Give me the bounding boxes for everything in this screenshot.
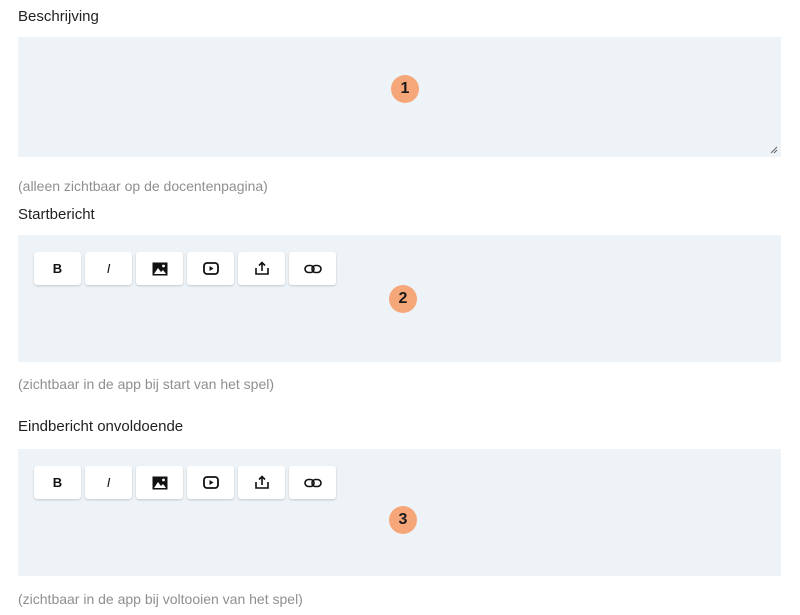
upload-button[interactable] — [238, 466, 285, 499]
insert-link-button[interactable] — [289, 252, 336, 285]
italic-button[interactable]: I — [85, 466, 132, 499]
bold-button[interactable]: B — [34, 252, 81, 285]
link-icon — [303, 478, 322, 487]
annotation-badge-3: 3 — [389, 506, 417, 534]
description-label: Beschrijving — [18, 8, 99, 25]
end-message-insufficient-hint: (zichtbaar in de app bij voltooien van h… — [18, 591, 303, 607]
end-message-toolbar: B I — [34, 466, 336, 499]
upload-icon — [254, 475, 269, 489]
insert-image-button[interactable] — [136, 466, 183, 499]
bold-button[interactable]: B — [34, 466, 81, 499]
resize-handle-icon[interactable] — [770, 146, 778, 154]
description-textarea[interactable]: 1 — [18, 37, 781, 157]
insert-video-button[interactable] — [187, 252, 234, 285]
italic-button[interactable]: I — [85, 252, 132, 285]
image-icon — [152, 262, 167, 275]
link-icon — [303, 264, 322, 273]
insert-image-button[interactable] — [136, 252, 183, 285]
play-video-icon — [202, 262, 219, 275]
image-icon — [152, 476, 167, 489]
upload-button[interactable] — [238, 252, 285, 285]
upload-icon — [254, 261, 269, 275]
insert-link-button[interactable] — [289, 466, 336, 499]
start-message-toolbar: B I — [34, 252, 336, 285]
annotation-badge-1: 1 — [391, 75, 419, 103]
annotation-badge-2: 2 — [389, 285, 417, 313]
start-message-editor[interactable]: B I 2 — [18, 235, 781, 362]
insert-video-button[interactable] — [187, 466, 234, 499]
end-message-insufficient-label: Eindbericht onvoldoende — [18, 418, 184, 435]
start-message-hint: (zichtbaar in de app bij start van het s… — [18, 376, 275, 392]
start-message-label: Startbericht — [18, 206, 95, 223]
end-message-insufficient-editor[interactable]: B I 3 — [18, 449, 781, 576]
play-video-icon — [202, 476, 219, 489]
description-hint: (alleen zichtbaar op de docentenpagina) — [18, 178, 268, 194]
